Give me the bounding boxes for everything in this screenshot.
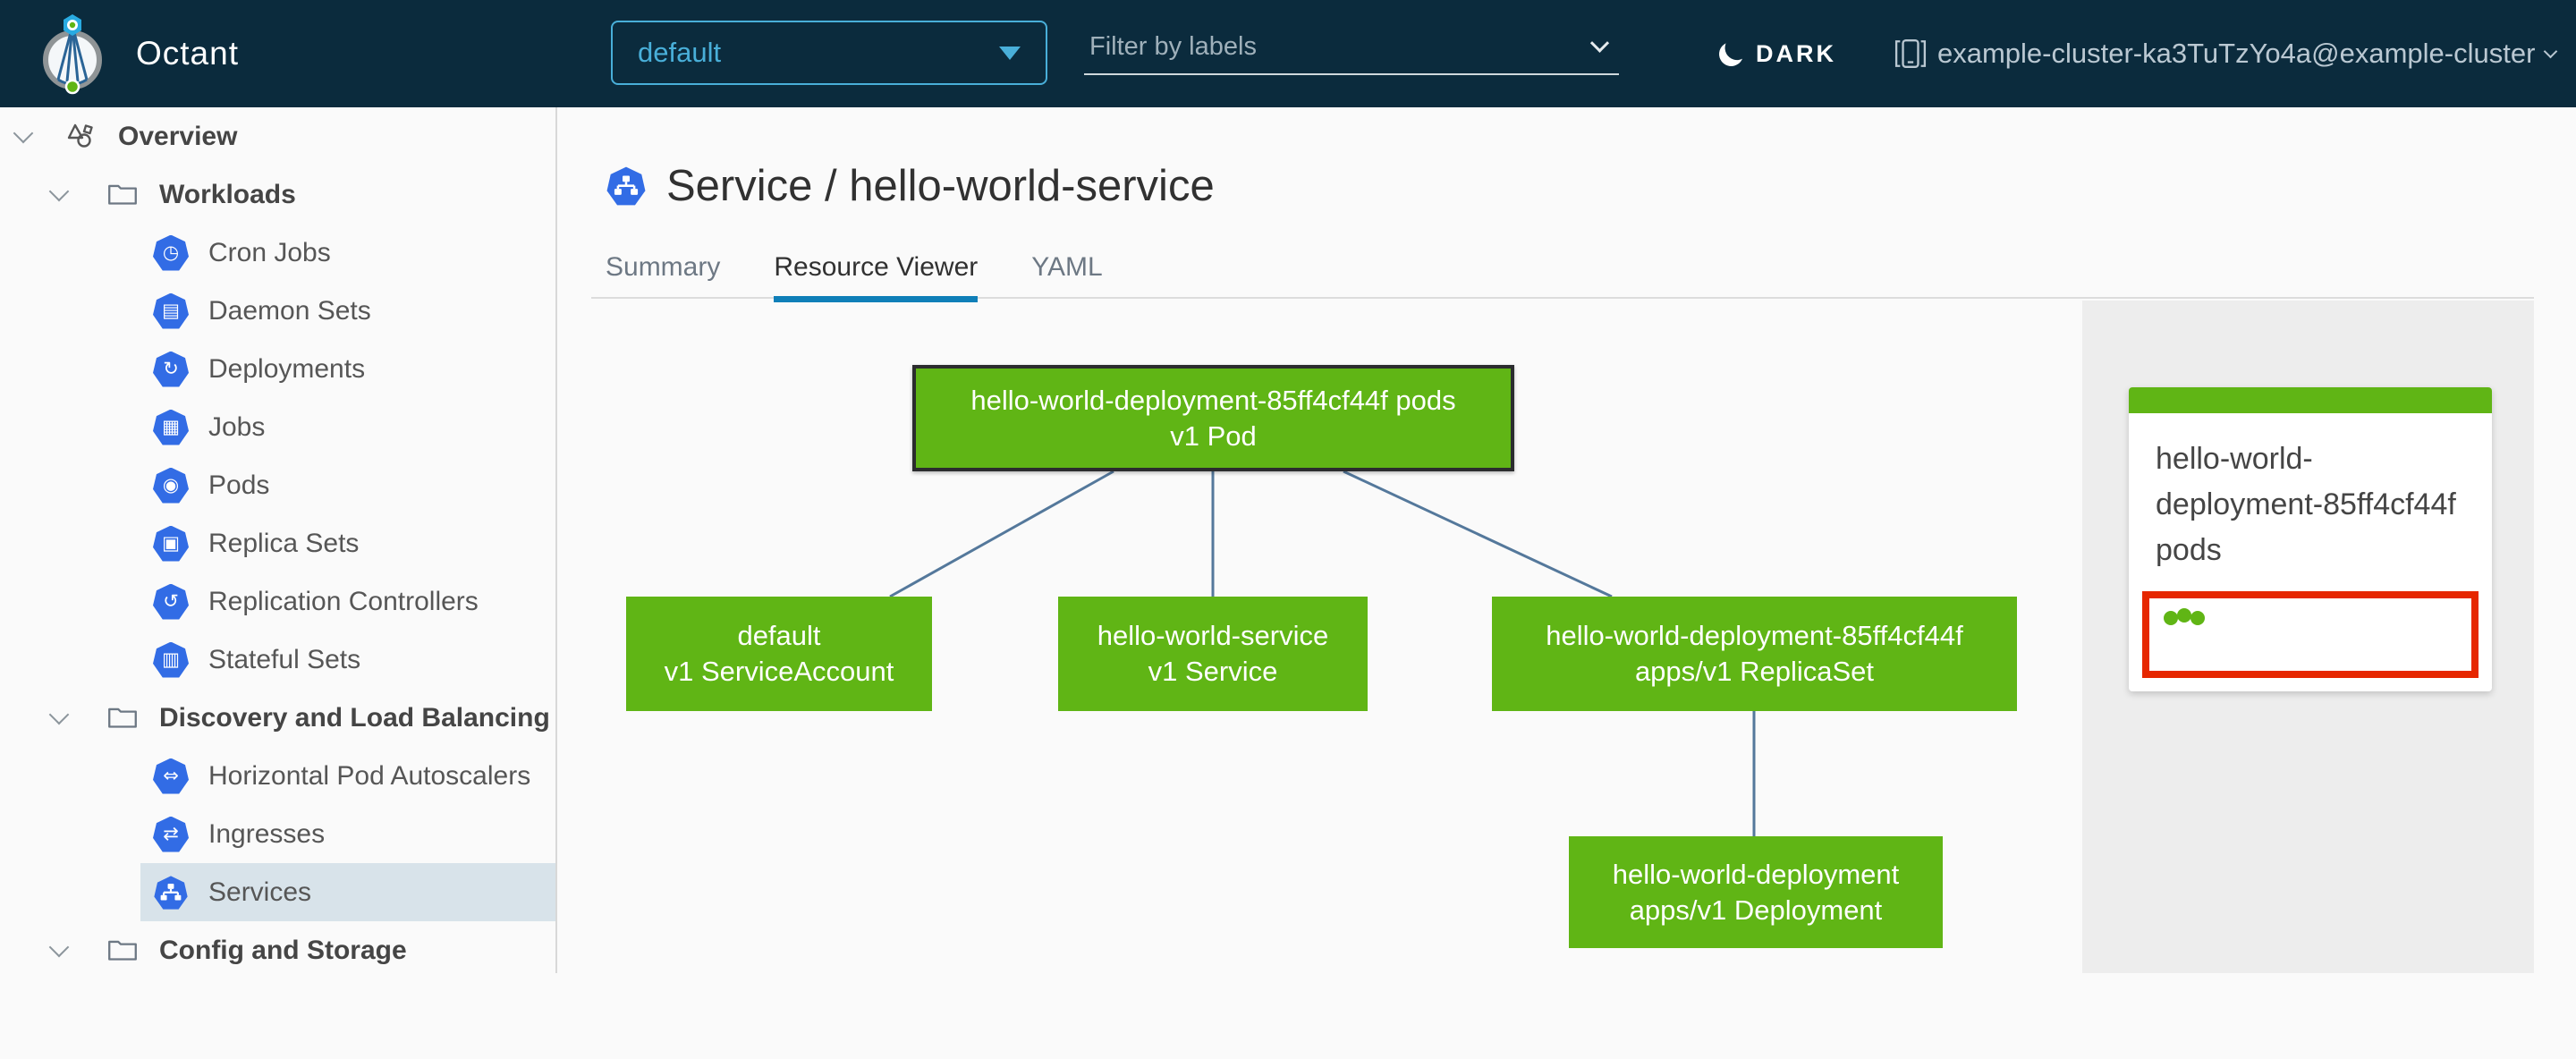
sidebar-item-horizontal-pod-autoscalers[interactable]: ⇔ Horizontal Pod Autoscalers [0,747,555,805]
node-name: hello-world-deployment-85ff4cf44f [1546,618,1962,654]
dark-mode-label: DARK [1756,40,1836,68]
namespace-value: default [638,37,721,69]
octant-logo-icon [41,12,104,96]
card-status-bar [2129,387,2492,413]
sidebar-item-discovery-and-load-balancing[interactable]: Discovery and Load Balancing [0,689,555,747]
pod-ok-dot-icon [2190,611,2205,625]
graph-node-replicaset[interactable]: hello-world-deployment-85ff4cf44fapps/v1… [1492,597,2017,711]
graph-node-pod[interactable]: hello-world-deployment-85ff4cf44f podsv1… [912,365,1514,471]
sidebar-item-label: Deployments [208,354,365,385]
sidebar-item-label: Cron Jobs [208,238,331,268]
hpa-icon: ⇔ [153,758,189,794]
node-name: hello-world-deployment [1613,857,1900,893]
node-kind: apps/v1 Deployment [1630,893,1883,928]
sidebar-item-pods[interactable]: ◉ Pods [0,456,555,514]
folder-icon [106,178,140,212]
sidebar-item-label: Config and Storage [159,936,407,966]
expand-chevron-icon[interactable] [49,181,70,201]
dropdown-caret-icon [999,47,1021,60]
sidebar-item-overview[interactable]: Overview [0,107,555,165]
expand-chevron-icon[interactable] [49,704,70,724]
folder-icon [106,934,140,968]
sidebar-item-label: Services [208,877,311,908]
node-kind: apps/v1 ReplicaSet [1635,654,1874,690]
label-filter-placeholder: Filter by labels [1084,32,1257,62]
cluster-label: example-cluster-ka3TuTzYo4a@example-clus… [1937,38,2535,70]
sidebar-item-cron-jobs[interactable]: ◷ Cron Jobs [0,224,555,282]
graph-node-serviceaccount[interactable]: defaultv1 ServiceAccount [626,597,932,711]
replicaset-icon: ▣ [153,526,189,562]
app-header: Octant default Filter by labels DARK exa… [0,0,2576,107]
sidebar-item-stateful-sets[interactable]: ▥ Stateful Sets [0,631,555,689]
expand-chevron-icon[interactable] [13,123,34,143]
sidebar-item-label: Stateful Sets [208,645,360,675]
sidebar-item-services[interactable]: Services [0,863,555,921]
sidebar-item-label: Horizontal Pod Autoscalers [208,761,530,792]
chevron-down-icon[interactable] [1590,33,1609,52]
node-kind: v1 Pod [1170,419,1257,454]
sidebar-nav: Overview Workloads ◷ Cron Jobs ▤ Daemon Sets ↻… [0,107,557,973]
sidebar-item-label: Pods [208,470,269,501]
pod-ok-dot-icon [2164,611,2178,625]
sidebar-item-label: Ingresses [208,819,325,850]
sidebar-item-daemon-sets[interactable]: ▤ Daemon Sets [0,282,555,340]
pod-icon: ◉ [153,468,189,504]
cronjob-icon: ◷ [153,235,189,271]
statefulset-icon: ▥ [153,642,189,678]
sidebar-item-config-and-storage[interactable]: Config and Storage [0,921,555,979]
main-content: Service / hello-world-service SummaryRes… [559,107,2576,973]
app-title: Octant [136,0,239,107]
job-icon: ▦ [153,410,189,445]
daemonset-icon: ▤ [153,293,189,329]
expand-chevron-icon[interactable] [49,936,70,957]
sidebar-item-label: Overview [118,122,237,152]
card-title: hello-world-deployment-85ff4cf44f pods [2129,413,2492,591]
node-name: default [737,618,820,654]
pod-status-box [2142,591,2479,678]
pod-summary-card: hello-world-deployment-85ff4cf44f pods [2129,387,2492,691]
sidebar-item-label: Jobs [208,412,265,443]
sidebar-item-label: Replica Sets [208,529,359,559]
namespace-dropdown[interactable]: default [611,21,1047,85]
service-icon [153,875,189,911]
cluster-icon [1894,38,1927,70]
sidebar-item-ingresses[interactable]: ⇄ Ingresses [0,805,555,863]
sidebar-item-label: Replication Controllers [208,587,479,617]
ingress-icon: ⇄ [153,817,189,852]
deployment-icon: ↻ [153,352,189,387]
dark-mode-toggle[interactable]: DARK [1719,0,1836,107]
graph-node-deployment[interactable]: hello-world-deploymentapps/v1 Deployment [1569,836,1943,948]
sidebar-item-replication-controllers[interactable]: ↺ Replication Controllers [0,572,555,631]
sidebar-item-label: Workloads [159,180,296,210]
detail-panel: hello-world-deployment-85ff4cf44f pods [2082,301,2534,973]
node-kind: v1 ServiceAccount [665,654,894,690]
node-name: hello-world-service [1097,618,1328,654]
cluster-selector[interactable]: example-cluster-ka3TuTzYo4a@example-clus… [1894,0,2555,107]
sidebar-item-workloads[interactable]: Workloads [0,165,555,224]
sidebar-item-jobs[interactable]: ▦ Jobs [0,398,555,456]
sidebar-item-replica-sets[interactable]: ▣ Replica Sets [0,514,555,572]
graph-node-service[interactable]: hello-world-servicev1 Service [1058,597,1368,711]
label-filter-input[interactable]: Filter by labels [1084,20,1619,75]
moon-icon [1715,38,1748,71]
node-kind: v1 Service [1148,654,1278,690]
sidebar-item-label: Daemon Sets [208,296,371,326]
node-name: hello-world-deployment-85ff4cf44f pods [970,383,1455,419]
sidebar-item-label: Discovery and Load Balancing [159,703,550,733]
sidebar-item-deployments[interactable]: ↻ Deployments [0,340,555,398]
folder-icon [106,701,140,735]
overview-icon [63,119,98,155]
pod-ok-dot-icon [2177,608,2191,623]
chevron-down-icon [2544,44,2558,58]
replicationcontroller-icon: ↺ [153,584,189,620]
